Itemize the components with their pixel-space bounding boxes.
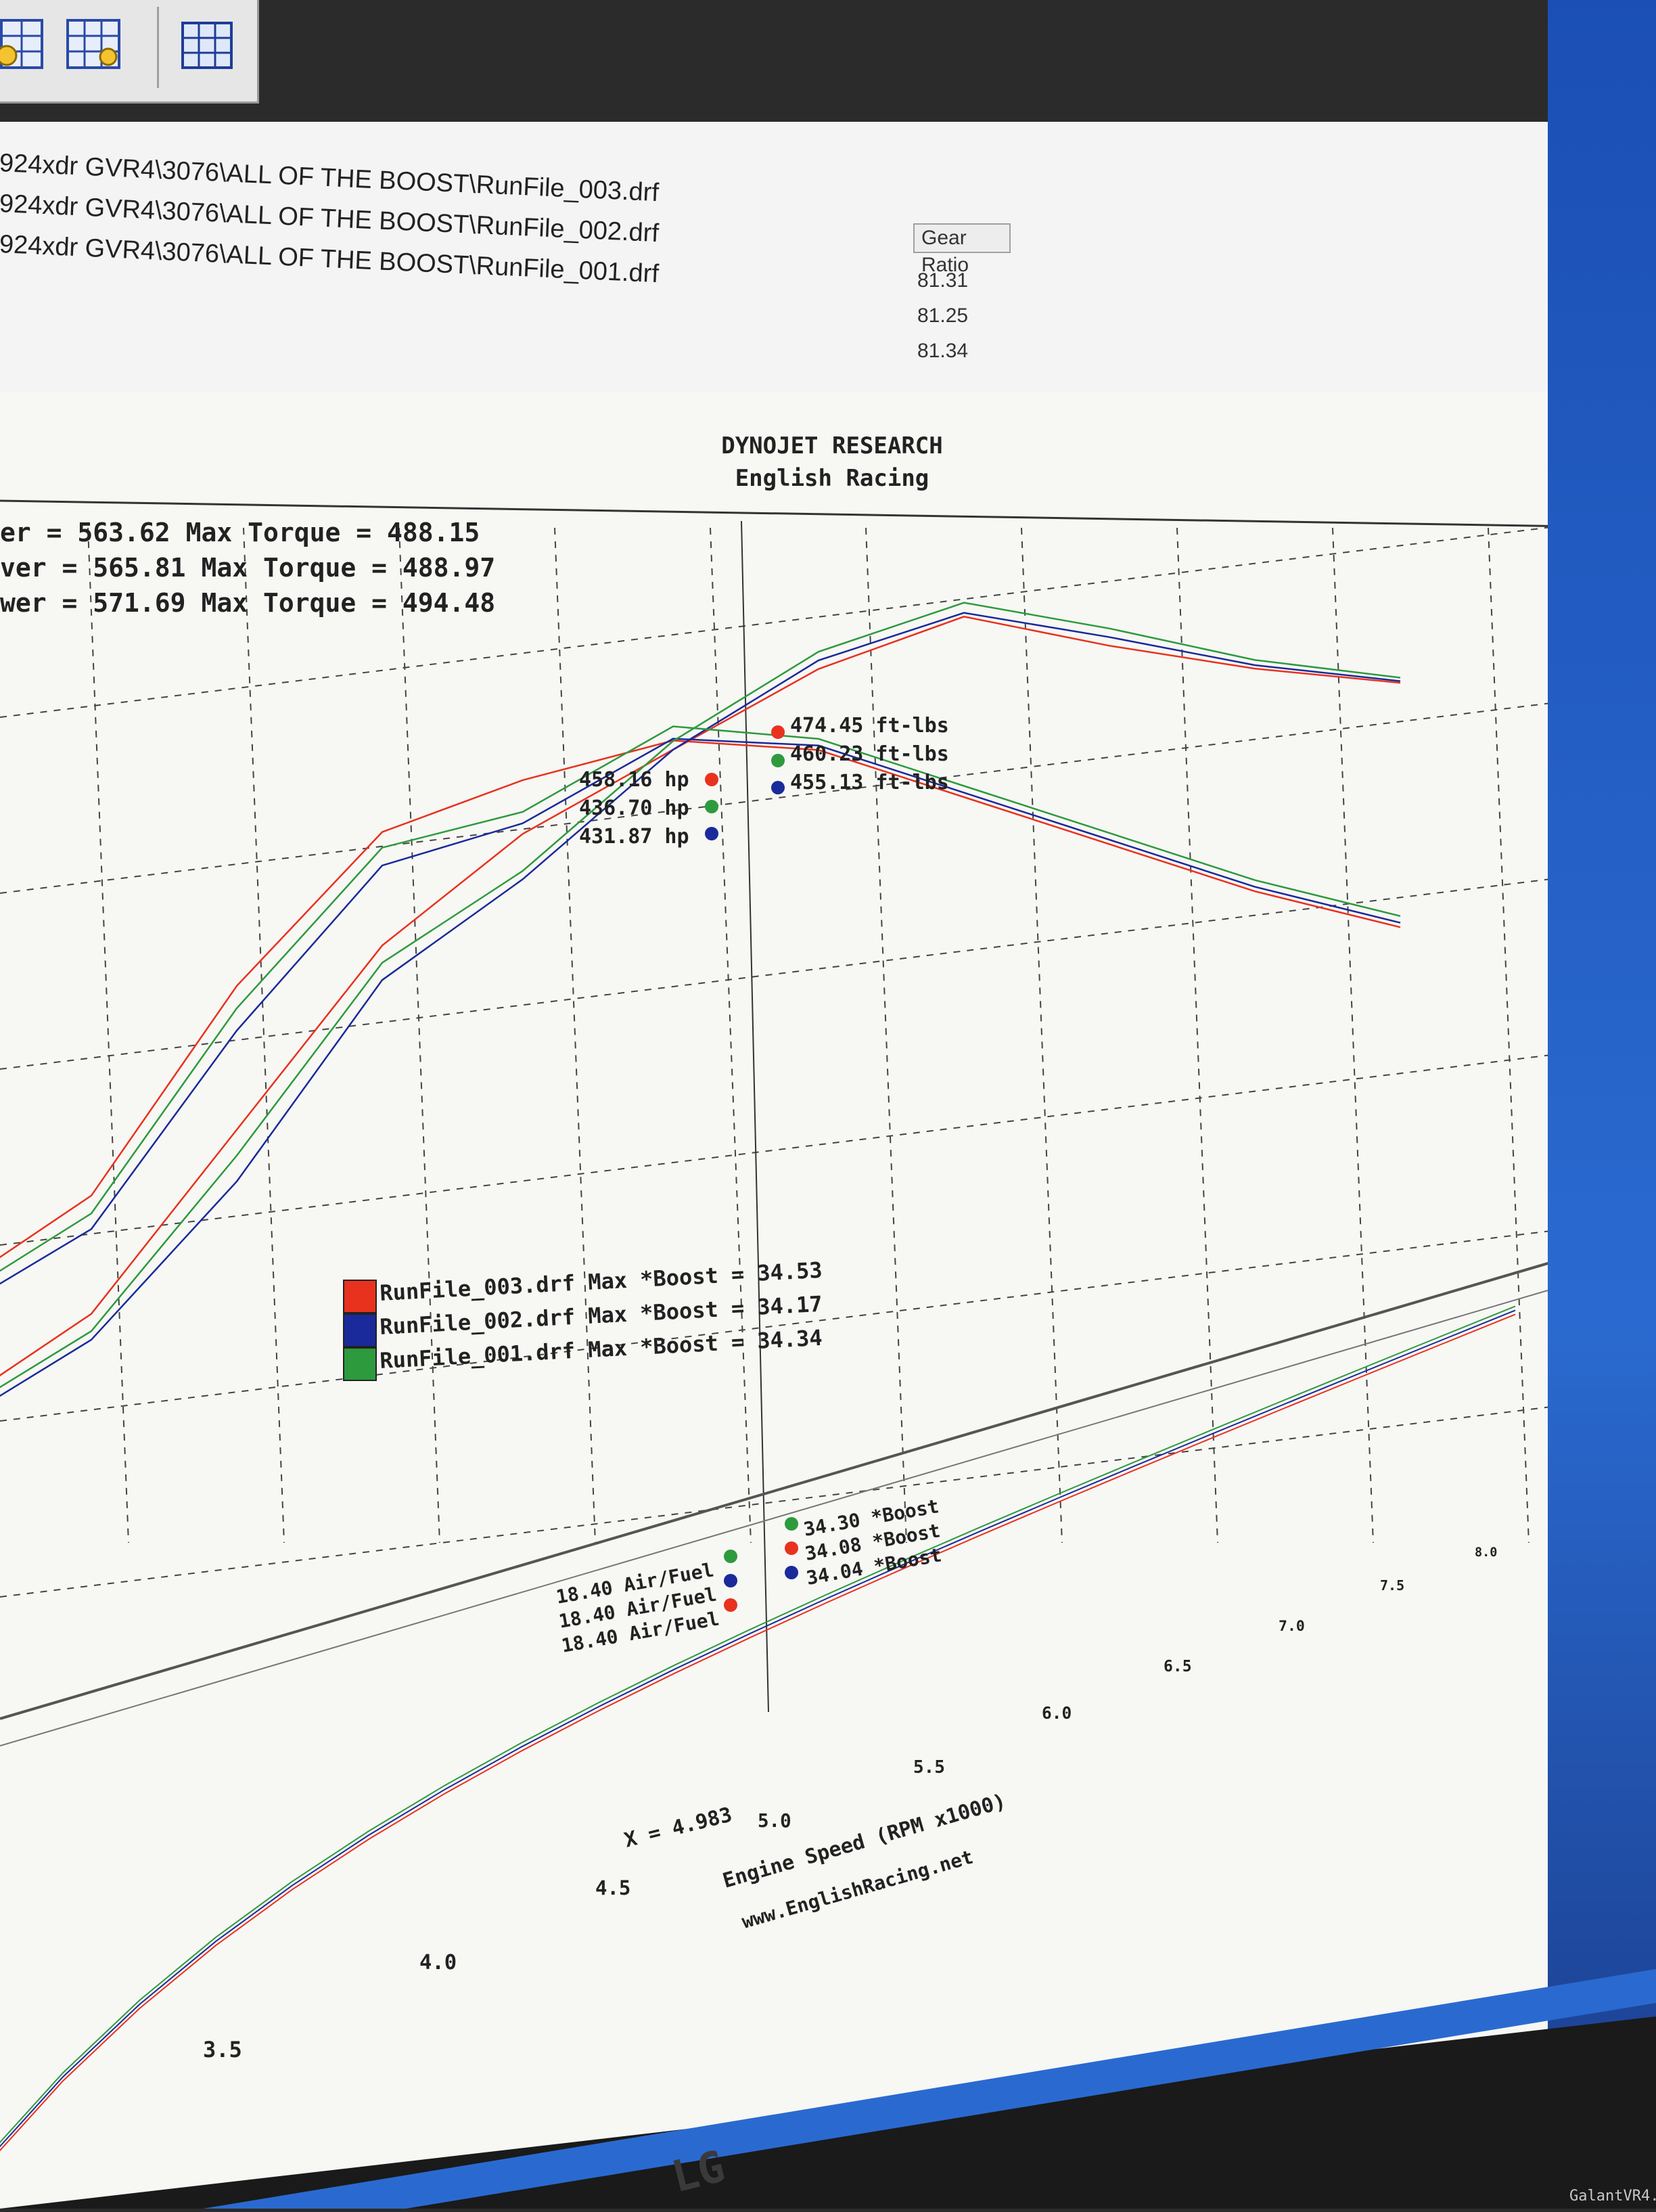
grid-line — [1021, 527, 1063, 1543]
cursor-marker — [705, 800, 718, 813]
cursor-marker — [785, 1517, 798, 1531]
monitor-bezel: LG GalantVR4.org — [0, 1962, 1656, 2209]
hp-readout: 436.70 hp — [579, 796, 689, 820]
grid-line — [1488, 527, 1530, 1543]
gear-ratio-header[interactable]: Gear Ratio — [913, 223, 1011, 276]
cursor-marker — [771, 725, 785, 739]
grid-line — [243, 527, 285, 1543]
hp-readout: 431.87 hp — [579, 825, 689, 849]
x-tick-label: 5.0 — [758, 1810, 791, 1832]
legend-swatch — [343, 1280, 377, 1313]
cursor-marker — [771, 754, 785, 767]
chart-curves — [0, 602, 1516, 2152]
grid-line — [0, 1217, 1656, 1422]
hand-graph-icon[interactable] — [0, 12, 47, 80]
grid-line — [398, 527, 440, 1543]
cursor-marker — [705, 773, 718, 786]
cursor-x-value: X = 4.983 — [622, 1803, 734, 1852]
grid-line — [0, 1041, 1656, 1246]
chart-subtitle: English Racing — [735, 465, 929, 492]
chart-title: DYNOJET RESEARCH — [721, 432, 943, 459]
gear-ratio-value: 81.34 — [917, 340, 969, 362]
run-file-list: 924xdr GVR4\3076\ALL OF THE BOOST\RunFil… — [0, 122, 1656, 395]
grid-line — [0, 865, 1656, 1070]
torque-readout: 460.23 ft-lbs — [790, 742, 949, 766]
grid-line — [865, 527, 907, 1543]
max-power-row: er = 563.62 Max Torque = 488.15 — [0, 518, 480, 547]
gear-ratio-value: 81.25 — [917, 304, 969, 327]
toolbar-separator — [157, 7, 159, 88]
cursor-marker — [785, 1566, 798, 1579]
toolbar — [0, 0, 259, 104]
cursor-marker — [724, 1550, 737, 1563]
gear-ratio-value: 81.31 — [917, 269, 969, 292]
x-tick-label: 7.0 — [1279, 1618, 1305, 1635]
grid-line — [554, 527, 596, 1543]
torque-curve — [0, 725, 1401, 1272]
grid-line — [1176, 527, 1218, 1543]
cursor-marker — [705, 827, 718, 840]
window-frame — [1548, 0, 1656, 2209]
dyno-chart-area: DYNOJET RESEARCH English Racing er = 563… — [0, 392, 1656, 2209]
grid-line — [87, 527, 129, 1543]
power-curve — [0, 615, 1401, 1377]
hp-readout: 458.16 hp — [579, 768, 689, 792]
dyno-chart: DYNOJET RESEARCH English Racing er = 563… — [0, 432, 1656, 2152]
x-tick-label: 7.5 — [1380, 1577, 1404, 1594]
max-power-row: wer = 571.69 Max Torque = 494.48 — [0, 588, 495, 618]
torque-curve — [0, 738, 1401, 1285]
x-tick-label: 5.5 — [913, 1757, 945, 1778]
cursor-marker — [785, 1541, 798, 1555]
cursor-marker — [771, 781, 785, 794]
x-tick-label: 6.0 — [1042, 1703, 1072, 1723]
cursor-marker — [724, 1598, 737, 1612]
x-tick-label: 4.5 — [595, 1876, 630, 1899]
dyno-screen: 924xdr GVR4\3076\ALL OF THE BOOST\RunFil… — [0, 0, 1656, 2209]
chart-legend: RunFile_003.drf Max *Boost = 34.53 RunFi… — [343, 1257, 823, 1381]
cursor-markers — [705, 725, 798, 1612]
watermark: GalantVR4.org — [1569, 2188, 1656, 2205]
legend-swatch — [343, 1313, 377, 1347]
cursor-marker — [724, 1574, 737, 1587]
torque-readout: 474.45 ft-lbs — [790, 714, 949, 738]
grid-icon[interactable] — [173, 12, 241, 80]
grid-hand-icon[interactable] — [60, 12, 127, 80]
x-tick-label: 6.5 — [1164, 1658, 1192, 1675]
torque-readout: 455.13 ft-lbs — [790, 771, 949, 794]
legend-swatch — [343, 1347, 377, 1381]
x-tick-label: 8.0 — [1475, 1545, 1497, 1560]
max-power-row: ver = 565.81 Max Torque = 488.97 — [0, 553, 495, 583]
